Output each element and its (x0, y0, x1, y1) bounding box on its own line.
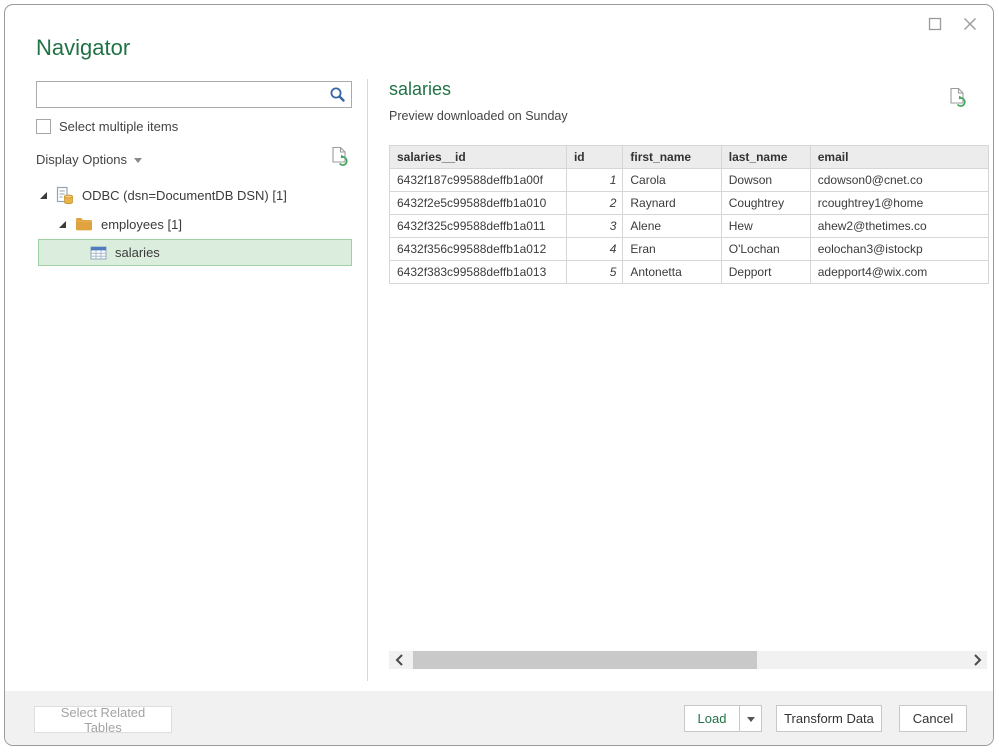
load-dropdown-button[interactable] (739, 705, 762, 732)
table-cell: 6432f356c99588deffb1a012 (390, 238, 567, 261)
table-cell: cdowson0@cnet.co (810, 169, 988, 192)
table-cell: 6432f325c99588deffb1a011 (390, 215, 567, 238)
column-header: last_name (721, 146, 810, 169)
table-cell: Eran (623, 238, 721, 261)
load-button[interactable]: Load (684, 705, 740, 732)
close-button[interactable] (958, 13, 982, 35)
column-header: id (566, 146, 622, 169)
preview-table-container: salaries__ididfirst_namelast_nameemail 6… (389, 145, 989, 295)
chevron-left-icon (395, 654, 404, 666)
expanded-triangle-icon[interactable] (39, 191, 48, 200)
table-cell: Antonetta (623, 261, 721, 284)
table-cell: 6432f187c99588deffb1a00f (390, 169, 567, 192)
table-cell: eolochan3@istockp (810, 238, 988, 261)
table-cell: Coughtrey (721, 192, 810, 215)
preview-title: salaries (389, 79, 451, 100)
tree-item-label: employees [1] (101, 217, 182, 232)
table-row: 6432f356c99588deffb1a0124EranO'Lochaneol… (390, 238, 989, 261)
scrollbar-thumb[interactable] (413, 651, 757, 669)
chevron-down-icon (747, 717, 755, 722)
panel-divider (367, 79, 368, 681)
preview-subtitle: Preview downloaded on Sunday (389, 109, 568, 123)
table-cell: 3 (566, 215, 622, 238)
horizontal-scrollbar[interactable] (389, 651, 987, 669)
table-cell: Dowson (721, 169, 810, 192)
column-header: salaries__id (390, 146, 567, 169)
chevron-right-icon (973, 654, 982, 666)
select-multiple-row: Select multiple items (36, 119, 178, 134)
search-box (36, 81, 352, 108)
table-row: 6432f325c99588deffb1a0113AleneHewahew2@t… (390, 215, 989, 238)
tree-item-label: salaries (115, 245, 160, 260)
display-options-dropdown[interactable]: Display Options (36, 152, 142, 167)
table-icon (90, 246, 107, 260)
chevron-down-icon (134, 158, 142, 163)
column-header: email (810, 146, 988, 169)
table-cell: 6432f383c99588deffb1a013 (390, 261, 567, 284)
screen: Navigator Select multiple items Display … (0, 0, 999, 752)
preview-table: salaries__ididfirst_namelast_nameemail 6… (389, 145, 989, 284)
display-options-label: Display Options (36, 152, 127, 167)
table-cell: adepport4@wix.com (810, 261, 988, 284)
table-cell: Carola (623, 169, 721, 192)
footer-bar: Select Related Tables Load Transform Dat… (5, 691, 993, 745)
folder-icon (75, 217, 93, 231)
maximize-icon (928, 17, 942, 31)
tree-item-odbc[interactable]: ODBC (dsn=DocumentDB DSN) [1] (39, 184, 287, 206)
table-cell: ahew2@thetimes.co (810, 215, 988, 238)
expanded-triangle-icon[interactable] (58, 220, 67, 229)
table-cell: Hew (721, 215, 810, 238)
search-input[interactable] (41, 83, 327, 108)
search-icon[interactable] (329, 86, 346, 108)
database-icon (56, 186, 74, 205)
table-cell: 4 (566, 238, 622, 261)
page-title: Navigator (36, 35, 130, 61)
table-header-row: salaries__ididfirst_namelast_nameemail (390, 146, 989, 169)
document-refresh-icon (331, 146, 349, 168)
table-cell: 5 (566, 261, 622, 284)
tree-item-label: ODBC (dsn=DocumentDB DSN) [1] (82, 188, 287, 203)
table-cell: rcoughtrey1@home (810, 192, 988, 215)
table-row: 6432f2e5c99588deffb1a0102RaynardCoughtre… (390, 192, 989, 215)
close-icon (963, 17, 977, 31)
tree-item-employees[interactable]: employees [1] (58, 213, 182, 235)
table-row: 6432f383c99588deffb1a0135AntonettaDeppor… (390, 261, 989, 284)
table-cell: 2 (566, 192, 622, 215)
select-related-tables-button[interactable]: Select Related Tables (34, 706, 172, 733)
refresh-preview-button[interactable] (949, 87, 967, 114)
scroll-left-button[interactable] (389, 651, 409, 669)
table-cell: Depport (721, 261, 810, 284)
column-header: first_name (623, 146, 721, 169)
tree-item-salaries-selected[interactable]: salaries (38, 239, 352, 266)
select-multiple-label: Select multiple items (59, 119, 178, 134)
maximize-button[interactable] (923, 13, 947, 35)
cancel-button[interactable]: Cancel (899, 705, 967, 732)
refresh-tree-button[interactable] (331, 146, 349, 173)
navigator-dialog: Navigator Select multiple items Display … (4, 4, 994, 746)
table-cell: 1 (566, 169, 622, 192)
document-refresh-icon (949, 87, 967, 109)
table-cell: 6432f2e5c99588deffb1a010 (390, 192, 567, 215)
transform-data-button[interactable]: Transform Data (776, 705, 882, 732)
table-cell: Raynard (623, 192, 721, 215)
table-cell: Alene (623, 215, 721, 238)
table-cell: O'Lochan (721, 238, 810, 261)
scroll-right-button[interactable] (967, 651, 987, 669)
select-multiple-checkbox[interactable] (36, 119, 51, 134)
table-row: 6432f187c99588deffb1a00f1CarolaDowsoncdo… (390, 169, 989, 192)
